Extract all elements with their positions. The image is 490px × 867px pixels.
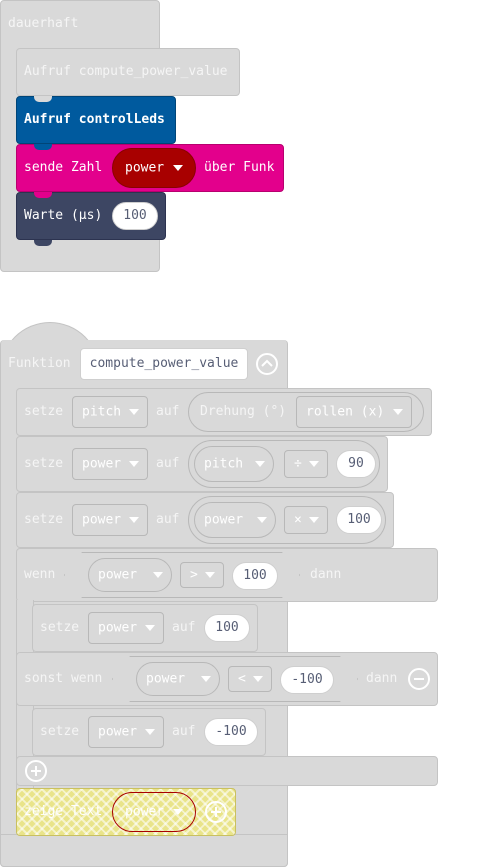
pitch-variable-reporter[interactable]: pitch: [194, 446, 274, 482]
caret-down-icon: [129, 409, 139, 415]
var-name: power: [146, 671, 186, 687]
set-keyword: setze: [24, 456, 64, 471]
function-keyword: Funktion: [8, 356, 71, 371]
operator-dropdown[interactable]: ×: [284, 506, 328, 534]
var-name: power: [98, 567, 138, 583]
operator-symbol: ×: [294, 512, 302, 528]
compare-value-input[interactable]: -100: [280, 666, 334, 694]
minus-circle-icon[interactable]: [408, 668, 430, 690]
else-if-keyword: sonst wenn: [24, 671, 103, 686]
multiplier-input[interactable]: 100: [336, 506, 382, 534]
caret-down-icon: [173, 165, 183, 171]
if-block-footer: [16, 756, 438, 786]
function-name-input[interactable]: compute_power_value: [80, 348, 248, 380]
operator-dropdown[interactable]: ÷: [284, 450, 328, 478]
compare-operator-dropdown[interactable]: >: [180, 562, 224, 588]
var-name: pitch: [82, 404, 122, 420]
caret-down-icon: [145, 625, 155, 631]
set-keyword: setze: [24, 512, 64, 527]
plus-circle-icon[interactable]: [25, 760, 47, 782]
compare-operator-dropdown[interactable]: <: [228, 666, 272, 692]
radio-send-prefix: sende Zahl: [24, 160, 103, 175]
var-name: power: [125, 804, 165, 820]
forever-label: dauerhaft: [8, 16, 79, 31]
to-keyword: auf: [156, 512, 180, 527]
caret-down-icon: [255, 461, 265, 467]
var-name: power: [98, 724, 138, 740]
radio-var-dropdown[interactable]: power: [112, 148, 196, 188]
compare-value-input[interactable]: 100: [232, 562, 278, 590]
caret-down-icon: [201, 676, 211, 682]
caret-down-icon: [205, 572, 215, 578]
plus-circle-icon[interactable]: [205, 801, 227, 823]
var-name: power: [98, 620, 138, 636]
caret-down-icon: [129, 461, 139, 467]
axis-name: rollen (x): [306, 404, 385, 420]
power-variable-reporter[interactable]: power: [88, 558, 172, 592]
caret-down-icon: [253, 676, 263, 682]
rotation-axis-dropdown[interactable]: rollen (x): [296, 396, 412, 428]
connector-notch: [34, 144, 52, 150]
set-power-var-dropdown[interactable]: power: [72, 504, 148, 536]
radio-var-name: power: [125, 160, 165, 176]
connector-notch: [34, 192, 52, 198]
operator-symbol: <: [238, 671, 246, 687]
set-value-input[interactable]: -100: [204, 718, 258, 746]
pause-label: Warte (µs): [24, 208, 103, 223]
show-text-var-reporter[interactable]: power: [112, 792, 196, 832]
caret-down-icon: [309, 517, 319, 523]
caret-down-icon: [173, 809, 183, 815]
rotation-label: Drehung (°): [200, 404, 287, 419]
power-variable-reporter[interactable]: power: [194, 502, 276, 538]
to-keyword: auf: [156, 404, 180, 419]
set-power-var-dropdown[interactable]: power: [88, 716, 164, 748]
to-keyword: auf: [156, 456, 180, 471]
set-keyword: setze: [40, 724, 80, 739]
chevron-up-icon[interactable]: [256, 353, 278, 375]
set-power-var-dropdown[interactable]: power: [88, 612, 164, 644]
var-name: power: [82, 456, 122, 472]
pause-value-input[interactable]: 100: [112, 202, 158, 230]
caret-down-icon: [129, 517, 139, 523]
connector-notch: [34, 96, 52, 102]
set-keyword: setze: [24, 404, 64, 419]
then-keyword: dann: [310, 567, 342, 582]
call-controlleds-label: Aufruf controlLeds: [24, 112, 165, 127]
caret-down-icon: [145, 729, 155, 735]
to-keyword: auf: [172, 620, 196, 635]
caret-down-icon: [309, 461, 319, 467]
divisor-input[interactable]: 90: [336, 450, 376, 478]
var-name: pitch: [204, 456, 244, 472]
operator-symbol: ÷: [294, 456, 302, 472]
caret-down-icon: [257, 517, 267, 523]
to-keyword: auf: [172, 724, 196, 739]
var-name: power: [82, 512, 122, 528]
function-block-bottom: [0, 834, 288, 867]
show-text-label: zeige Text: [24, 804, 103, 819]
set-value-input[interactable]: 100: [204, 614, 250, 642]
set-keyword: setze: [40, 620, 80, 635]
set-pitch-var-dropdown[interactable]: pitch: [72, 396, 148, 428]
var-name: power: [204, 512, 244, 528]
if-keyword: wenn: [24, 567, 56, 582]
set-power-var-dropdown[interactable]: power: [72, 448, 148, 480]
connector-notch: [34, 240, 52, 246]
caret-down-icon: [393, 409, 403, 415]
caret-down-icon: [153, 572, 163, 578]
then-keyword: dann: [366, 671, 398, 686]
call-compute-power-label: Aufruf compute_power_value: [24, 64, 228, 79]
operator-symbol: >: [190, 567, 198, 583]
radio-send-suffix: über Funk: [204, 160, 275, 175]
power-variable-reporter[interactable]: power: [136, 662, 220, 696]
